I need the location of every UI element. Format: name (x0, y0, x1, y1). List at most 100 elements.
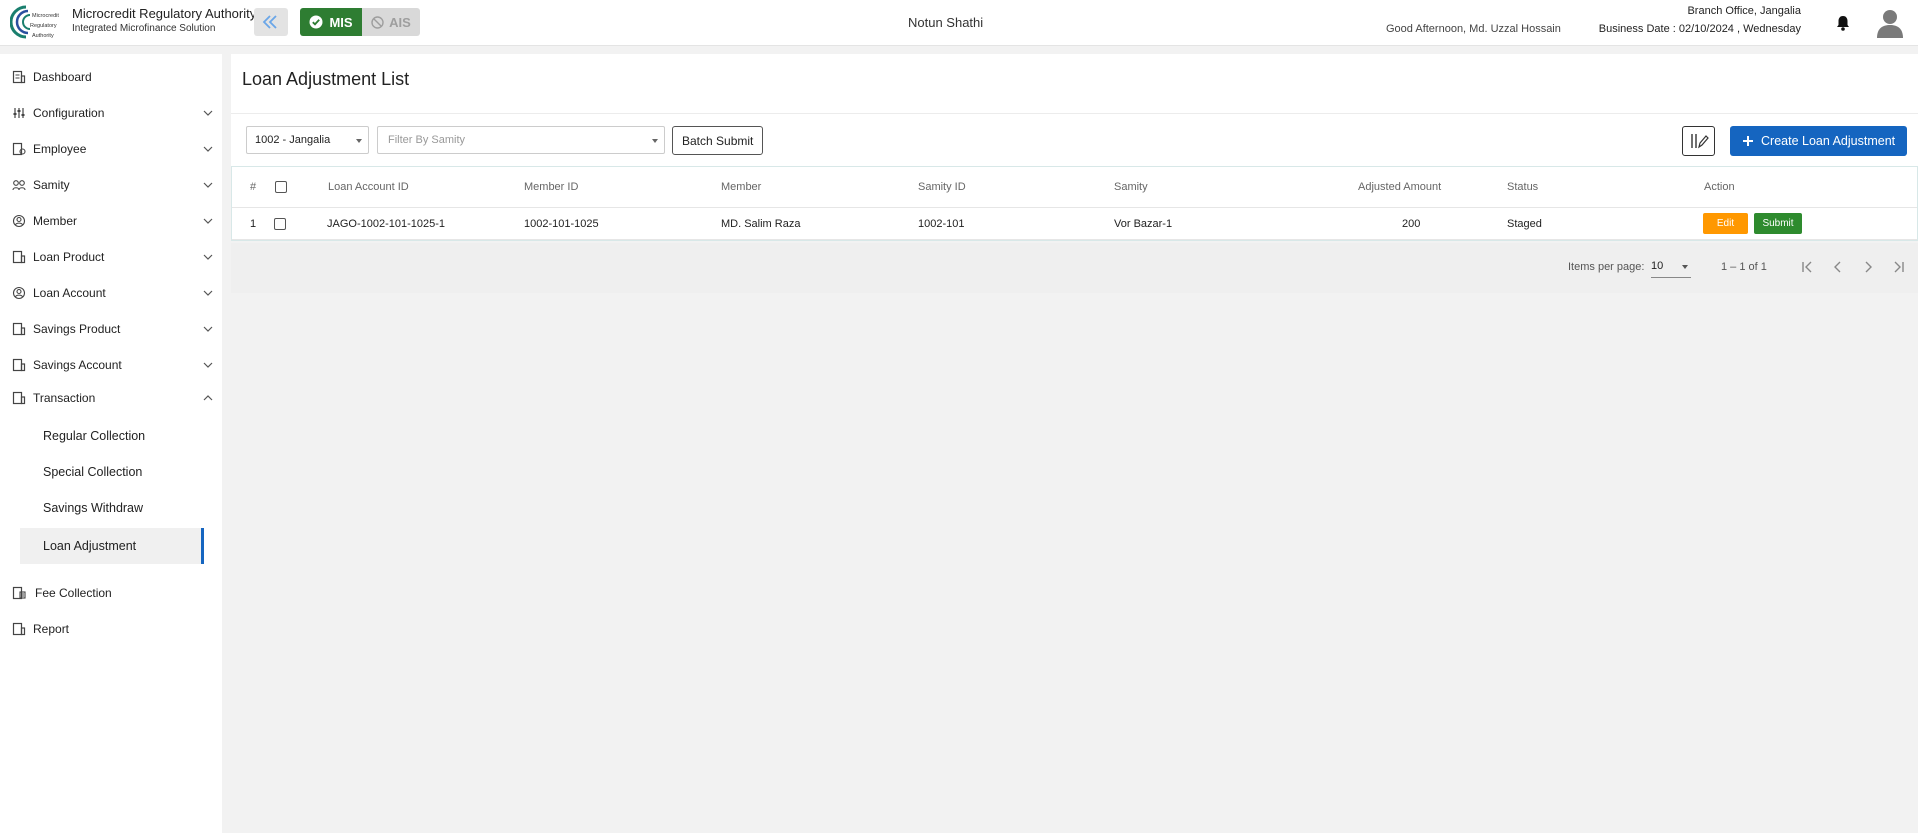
samity-icon (12, 180, 26, 191)
page-title: Loan Adjustment List (242, 69, 410, 89)
sidebar-item-fee-collection[interactable]: Fee Collection (0, 579, 222, 607)
user-avatar-icon[interactable] (1876, 8, 1904, 38)
bell-icon[interactable] (1834, 14, 1852, 32)
logo-text-2: Regulatory (30, 23, 57, 29)
sidebar-item-report[interactable]: Report (0, 615, 222, 643)
savings-product-icon (12, 322, 26, 336)
mis-toggle[interactable]: MIS (300, 8, 362, 36)
ais-toggle[interactable]: AIS (362, 8, 420, 36)
sidebar-item-savings-withdraw[interactable]: Savings Withdraw (20, 490, 204, 526)
branch-office: Branch Office, Jangalia (1687, 5, 1801, 17)
sidebar-item-member[interactable]: Member (0, 207, 222, 235)
sidebar-item-samity[interactable]: Samity (0, 171, 222, 199)
sidebar-item-label: Loan Product (33, 250, 105, 264)
sidebar-item-employee[interactable]: Employee (0, 135, 222, 163)
sidebar-item-label: Report (33, 622, 70, 636)
sidebar-item-label: Samity (33, 178, 70, 192)
branch-select[interactable]: 1002 - Jangalia (246, 126, 369, 154)
chevron-down-icon (203, 146, 213, 152)
business-date: Business Date : 02/10/2024 , Wednesday (1598, 23, 1801, 35)
loan-adjustment-table: # Loan Account ID Member ID Member Samit… (231, 166, 1918, 241)
sidebar-item-regular-collection[interactable]: Regular Collection (20, 418, 204, 454)
plus-icon (1743, 136, 1753, 146)
row-checkbox[interactable] (274, 217, 286, 230)
samity-filter-placeholder: Filter By Samity (388, 134, 466, 146)
chevron-down-icon (203, 110, 213, 116)
sidebar-subitem-label: Savings Withdraw (43, 501, 144, 515)
samity-filter-select[interactable]: Filter By Samity (377, 126, 665, 154)
sidebar-item-loan-adjustment[interactable]: Loan Adjustment (20, 528, 204, 564)
chevron-down-icon (203, 326, 213, 332)
cell-samity-id: 1002-101 (918, 217, 965, 230)
sidebar-item-loan-account[interactable]: Loan Account (0, 279, 222, 307)
mra-logo: Microcredit Regulatory Authority (10, 5, 59, 39)
header-select-all (275, 167, 287, 207)
sidebar-item-savings-account[interactable]: Savings Account (0, 351, 222, 379)
cell-adjusted-amount: 200 (1402, 217, 1421, 230)
sidebar-item-label: Fee Collection (35, 586, 112, 600)
chevron-down-icon (203, 290, 213, 296)
sidebar-item-label: Member (33, 214, 78, 228)
sidebar-item-dashboard[interactable]: Dashboard (0, 63, 222, 91)
header-samity-id[interactable]: Samity ID (918, 167, 966, 207)
block-icon (371, 15, 384, 29)
collapse-sidebar-button[interactable] (254, 8, 288, 36)
module-toggle: MIS AIS (300, 8, 420, 36)
sidebar-subitem-label: Special Collection (43, 465, 143, 479)
create-loan-adjustment-button[interactable]: Create Loan Adjustment (1730, 126, 1908, 156)
sidebar-item-loan-product[interactable]: Loan Product (0, 243, 222, 271)
create-button-label: Create Loan Adjustment (1761, 134, 1896, 148)
items-per-page-label: Items per page: (1568, 261, 1645, 273)
sidebar-item-transaction[interactable]: Transaction (0, 384, 222, 412)
mis-label: MIS (329, 14, 353, 30)
header-adjusted-amount[interactable]: Adjusted Amount (1358, 167, 1441, 207)
first-page-button[interactable] (1798, 257, 1818, 277)
select-all-checkbox[interactable] (275, 181, 287, 193)
cell-member-id: 1002-101-1025 (524, 217, 599, 230)
column-edit-button[interactable] (1682, 126, 1715, 156)
batch-submit-button[interactable]: Batch Submit (672, 126, 764, 155)
edit-columns-icon (1690, 134, 1709, 149)
sidebar-item-label: Transaction (33, 391, 96, 405)
next-page-button[interactable] (1858, 257, 1878, 277)
header-member-id[interactable]: Member ID (524, 167, 578, 207)
sidebar-item-label: Loan Account (33, 286, 106, 300)
row-index: 1 (250, 217, 257, 230)
chevron-down-icon (203, 362, 213, 368)
sidebar-item-configuration[interactable]: Configuration (0, 99, 222, 127)
sidebar-item-savings-product[interactable]: Savings Product (0, 315, 222, 343)
submit-button[interactable]: Submit (1754, 213, 1802, 234)
sidebar-item-label: Savings Product (33, 322, 121, 336)
previous-page-button[interactable] (1828, 257, 1848, 277)
edit-button[interactable]: Edit (1703, 213, 1748, 234)
page-size-select[interactable]: 10 (1651, 256, 1691, 278)
header-index: # (250, 181, 257, 193)
loan-product-icon (12, 250, 26, 264)
chevron-right-icon (1865, 261, 1872, 273)
header-loan-account-id[interactable]: Loan Account ID (328, 167, 409, 207)
ais-label: AIS (389, 14, 411, 30)
table-header-row: # Loan Account ID Member ID Member Samit… (232, 167, 1917, 208)
transaction-icon (12, 391, 26, 405)
cell-member: MD. Salim Raza (721, 217, 801, 230)
table-row: 1 JAGO-1002-101-1025-1 1002-101-1025 MD.… (232, 208, 1917, 240)
sidebar-item-label: Employee (33, 142, 87, 156)
top-header: Microcredit Regulatory Authority Microcr… (0, 0, 1918, 46)
header-action: Action (1704, 181, 1735, 193)
header-samity[interactable]: Samity (1114, 167, 1148, 207)
header-member[interactable]: Member (721, 167, 761, 207)
cell-status: Staged (1507, 217, 1542, 230)
page-size-value: 10 (1651, 260, 1664, 272)
cell-actions: Edit Submit (1703, 208, 1802, 239)
page-header: Loan Adjustment List (231, 54, 1918, 114)
sidebar-item-label: Configuration (33, 106, 105, 120)
last-page-button[interactable] (1888, 257, 1908, 277)
page-range: 1 – 1 of 1 (1721, 261, 1767, 273)
sidebar-item-special-collection[interactable]: Special Collection (20, 454, 204, 490)
chevron-up-icon (203, 395, 213, 401)
dashboard-icon (12, 70, 26, 84)
fee-collection-icon (12, 586, 26, 600)
app-name: Notun Shathi (908, 15, 984, 30)
header-status[interactable]: Status (1507, 167, 1538, 207)
caret-down-icon (356, 139, 362, 143)
